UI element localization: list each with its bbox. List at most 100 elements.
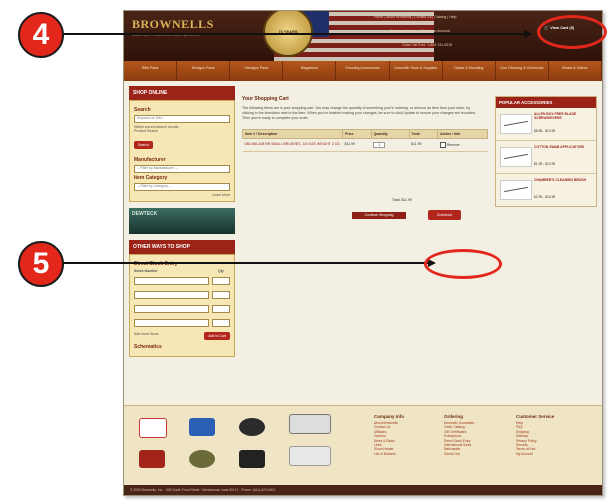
- product-card[interactable]: ALLEN BOX FREE BLADE SCREWDRIVERS $8.95 …: [496, 108, 596, 141]
- search-option-product[interactable]: Product Search: [134, 129, 230, 133]
- shop-online-header: SHOP ONLINE: [129, 86, 235, 100]
- stock-number-input[interactable]: [134, 291, 209, 299]
- stock-entry-row: [134, 303, 230, 315]
- catalog-badge-icon[interactable]: [289, 414, 331, 434]
- nav-item[interactable]: Handgun Parts: [230, 61, 284, 81]
- bbb-accredited-icon[interactable]: [189, 418, 215, 436]
- search-input[interactable]: Keyword or SKU: [134, 115, 230, 123]
- nav-item[interactable]: Optics & Mounting: [443, 61, 496, 81]
- qty-input[interactable]: [212, 305, 230, 313]
- add-to-cart-button[interactable]: Add to Cart: [204, 332, 230, 340]
- toll-free-number: Order Toll Free: 1-800-741-0015: [402, 43, 453, 47]
- customer-service-column: Customer Service Help FAQ Shipping Sitem…: [516, 414, 586, 456]
- stock-number-input[interactable]: [134, 305, 209, 313]
- item-quantity-input[interactable]: 1: [371, 138, 410, 152]
- item-total: $11.99: [409, 138, 438, 152]
- footer-link[interactable]: Check Out: [444, 452, 514, 456]
- total-label: Total:: [392, 198, 401, 202]
- stock-number-input[interactable]: [134, 277, 209, 285]
- qty-input[interactable]: [212, 277, 230, 285]
- item-description[interactable]: 080-666-408 BR SMALL BRUSHES, 1/4 SIZE W…: [242, 138, 343, 152]
- manufacturer-label: Manufacturer: [134, 157, 166, 163]
- remove-checkbox[interactable]: [439, 142, 446, 148]
- remove-option[interactable]: Remove: [437, 138, 488, 152]
- cart-table-header: Item # / Description Price Quantity Tota…: [242, 129, 488, 139]
- product-name[interactable]: CHAMBER'S CLEANING BRUSH: [534, 178, 592, 182]
- product-card[interactable]: CHAMBER'S CLEANING BRUSH $2.99 - $10.99: [496, 174, 596, 206]
- qty-label: Qty: [218, 269, 224, 273]
- ordering-column: Ordering Domestic Guarantee Order Catalo…: [444, 414, 514, 456]
- popular-accessories-title: POPULAR ACCESSORIES: [496, 97, 596, 108]
- left-sidebar: SHOP ONLINE Search Keyword or SKU Within…: [129, 86, 235, 357]
- nav-item[interactable]: Shotgun Parts: [177, 61, 231, 81]
- footer-link[interactable]: My Account: [516, 452, 586, 456]
- product-name[interactable]: ALLEN BOX FREE BLADE SCREWDRIVERS: [534, 112, 592, 120]
- advertisement-banner[interactable]: DEWTECK: [129, 208, 235, 234]
- stock-entry-row: [134, 289, 230, 301]
- product-thumbnail[interactable]: [500, 180, 532, 200]
- association-seal-icon[interactable]: [189, 450, 215, 468]
- footer-link[interactable]: List of Builders: [374, 452, 444, 456]
- callout-5-badge: 5: [18, 241, 64, 287]
- column-header: Price: [342, 129, 372, 139]
- column-header: Action / Info: [437, 129, 488, 139]
- schematics-link[interactable]: Schematics: [134, 344, 230, 350]
- nav-item[interactable]: Gunsmith Tools & Supplies: [390, 61, 443, 81]
- remove-label: Remove: [446, 142, 460, 147]
- product-thumbnail[interactable]: [500, 147, 532, 167]
- main-navigation: Rifle Parts Shotgun Parts Handgun Parts …: [124, 61, 602, 81]
- verified-badge-icon[interactable]: [139, 418, 167, 438]
- stock-entry-row: [134, 317, 230, 329]
- stock-header-row: Stock Number Qty: [134, 269, 230, 273]
- qty-input[interactable]: [212, 319, 230, 327]
- stock-number-input[interactable]: [134, 319, 209, 327]
- category-label: Item Category: [134, 175, 168, 181]
- search-label: Search: [134, 107, 151, 113]
- learn-more-link[interactable]: Learn More: [134, 193, 230, 197]
- product-name[interactable]: COTTON SWAB APPLICATORS: [534, 145, 592, 149]
- mcafee-secure-icon[interactable]: [139, 450, 165, 468]
- site-logo[interactable]: BROWNELLS: [132, 17, 214, 32]
- search-button[interactable]: Search: [134, 141, 154, 149]
- column-header: Quantity: [370, 129, 410, 139]
- footer-heading: Customer Service: [516, 414, 555, 419]
- nav-item[interactable]: Gun Cleaning & Chemicals: [496, 61, 549, 81]
- top-links[interactable]: Home | About Brownells | Contact Us | Ca…: [374, 15, 456, 19]
- checkout-button[interactable]: Checkout: [428, 210, 461, 220]
- site-footer: Company Info About Brownells Contact Us …: [124, 405, 602, 486]
- column-header: Total: [408, 129, 439, 139]
- callout-5-leader-line: [60, 262, 432, 264]
- add-more-items-link[interactable]: Add more items: [134, 332, 159, 340]
- quantity-value[interactable]: 1: [373, 142, 386, 148]
- cart-highlight-ring: [537, 15, 607, 49]
- cart-instructions: The following items are in your shopping…: [242, 106, 477, 120]
- item-price: $11.99: [342, 138, 372, 152]
- column-header: Item # / Description: [242, 129, 343, 139]
- nav-item[interactable]: Magazines: [283, 61, 337, 81]
- nav-item[interactable]: Shooting Accessories: [336, 61, 390, 81]
- nav-item[interactable]: Rifle Parts: [124, 61, 178, 81]
- product-price: $1.99 - $13.99: [534, 162, 556, 166]
- nav-item[interactable]: Books & Videos: [549, 61, 602, 81]
- footer-heading: Ordering: [444, 414, 464, 419]
- other-ways-header: OTHER WAYS TO SHOP: [129, 240, 235, 254]
- table-row: 080-666-408 BR SMALL BRUSHES, 1/4 SIZE W…: [242, 138, 488, 152]
- nra-seal-icon[interactable]: [239, 418, 265, 436]
- product-price: $2.99 - $10.99: [534, 195, 556, 199]
- direct-stock-panel: Direct Stock Entry Stock Number Qty Add …: [129, 254, 235, 357]
- product-thumbnail[interactable]: [500, 114, 532, 134]
- callout-4-arrowhead: [524, 30, 532, 38]
- gsa-icon[interactable]: [239, 450, 265, 468]
- page-title: Your Shopping Cart: [242, 96, 289, 102]
- product-card[interactable]: COTTON SWAB APPLICATORS $1.99 - $13.99: [496, 141, 596, 174]
- credit-cards-icon: [289, 446, 331, 466]
- shopping-cart-content: Your Shopping Cart The following items a…: [242, 96, 488, 220]
- company-info-column: Company Info About Brownells Contact Us …: [374, 414, 444, 456]
- qty-input[interactable]: [212, 291, 230, 299]
- stock-entry-row: [134, 275, 230, 287]
- checkout-highlight-ring: [424, 249, 502, 279]
- manufacturer-select[interactable]: -- Filter by Manufacturer --: [134, 165, 230, 173]
- continue-shopping-button[interactable]: Continue Shopping: [352, 212, 406, 219]
- category-select[interactable]: -- Filter by Category --: [134, 183, 230, 191]
- cart-table: Item # / Description Price Quantity Tota…: [242, 129, 488, 152]
